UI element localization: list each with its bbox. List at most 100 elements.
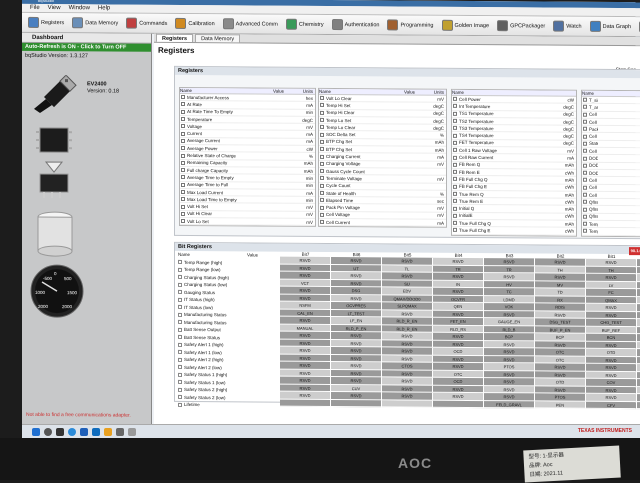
register-checkbox[interactable] [583, 127, 587, 131]
register-checkbox[interactable] [583, 98, 587, 102]
register-checkbox[interactable] [583, 207, 587, 211]
menu-item-2[interactable]: Window [69, 5, 90, 11]
register-checkbox[interactable] [320, 206, 324, 210]
register-checkbox[interactable] [181, 124, 185, 128]
register-checkbox[interactable] [583, 222, 587, 226]
toolbar-button-11[interactable]: Data Graph [590, 21, 631, 32]
register-checkbox[interactable] [453, 177, 457, 181]
register-checkbox[interactable] [453, 126, 457, 130]
register-checkbox[interactable] [181, 102, 185, 106]
toolbar-button-6[interactable]: Authentication [332, 19, 380, 30]
register-checkbox[interactable] [181, 168, 185, 172]
register-checkbox[interactable] [181, 205, 185, 209]
toolbar-button-10[interactable]: Watch [553, 21, 581, 32]
register-checkbox[interactable] [320, 103, 324, 107]
register-row[interactable]: Temp a [582, 228, 640, 236]
register-checkbox[interactable] [453, 104, 457, 108]
toolbar-button-2[interactable]: Commands [126, 18, 167, 29]
tab-registers[interactable]: Registers [156, 34, 193, 42]
register-checkbox[interactable] [181, 139, 185, 143]
toolbar-button-1[interactable]: Data Memory [72, 17, 118, 28]
register-checkbox[interactable] [320, 162, 324, 166]
expand-toggle-icon[interactable] [178, 320, 182, 324]
expand-toggle-icon[interactable] [178, 283, 182, 287]
register-checkbox[interactable] [320, 133, 324, 137]
register-checkbox[interactable] [583, 193, 587, 197]
register-checkbox[interactable] [453, 170, 457, 174]
menu-item-1[interactable]: View [48, 5, 61, 11]
register-checkbox[interactable] [583, 134, 587, 138]
word-icon[interactable] [80, 428, 88, 436]
expand-toggle-icon[interactable] [178, 350, 182, 354]
register-checkbox[interactable] [320, 154, 324, 158]
register-checkbox[interactable] [320, 220, 324, 224]
expand-toggle-icon[interactable] [178, 358, 182, 362]
register-checkbox[interactable] [453, 112, 457, 116]
bit-register-row[interactable]: Lifetime [175, 401, 280, 409]
expand-toggle-icon[interactable] [178, 260, 182, 264]
toolbar-button-5[interactable]: Chemistry [286, 19, 324, 30]
register-checkbox[interactable] [181, 197, 185, 201]
expand-toggle-icon[interactable] [178, 335, 182, 339]
register-row[interactable]: Cell CurrentmA [319, 219, 446, 227]
register-checkbox[interactable] [181, 132, 185, 136]
expand-toggle-icon[interactable] [178, 275, 182, 279]
register-checkbox[interactable] [453, 148, 457, 152]
register-checkbox[interactable] [181, 146, 185, 150]
expand-toggle-icon[interactable] [178, 298, 182, 302]
register-row[interactable]: Volt Lo SetmV [180, 218, 315, 226]
register-checkbox[interactable] [583, 142, 587, 146]
expand-toggle-icon[interactable] [178, 373, 182, 377]
register-checkbox[interactable] [181, 161, 185, 165]
register-checkbox[interactable] [453, 141, 457, 145]
menu-item-3[interactable]: Help [98, 5, 110, 11]
register-checkbox[interactable] [583, 215, 587, 219]
register-checkbox[interactable] [583, 164, 587, 168]
explorer-icon[interactable] [104, 428, 112, 436]
register-checkbox[interactable] [453, 119, 457, 123]
expand-toggle-icon[interactable] [178, 328, 182, 332]
expand-toggle-icon[interactable] [178, 313, 182, 317]
register-row[interactable]: True Full Chg EcWh [452, 227, 576, 235]
register-checkbox[interactable] [181, 110, 185, 114]
expand-toggle-icon[interactable] [178, 388, 182, 392]
register-checkbox[interactable] [320, 213, 324, 217]
register-checkbox[interactable] [320, 191, 324, 195]
toolbar-button-7[interactable]: Programming [387, 19, 433, 30]
register-checkbox[interactable] [181, 95, 185, 99]
register-checkbox[interactable] [583, 105, 587, 109]
register-checkbox[interactable] [453, 228, 457, 232]
app-task-icon[interactable] [128, 428, 136, 436]
register-checkbox[interactable] [181, 219, 185, 223]
register-checkbox[interactable] [453, 133, 457, 137]
toolbar-button-4[interactable]: Advanced Comm [223, 18, 278, 29]
register-checkbox[interactable] [583, 156, 587, 160]
register-checkbox[interactable] [453, 221, 457, 225]
start-icon[interactable] [32, 428, 40, 436]
dashboard-tab[interactable]: Dashboard [22, 33, 151, 44]
register-checkbox[interactable] [320, 96, 324, 100]
register-checkbox[interactable] [320, 147, 324, 151]
register-checkbox[interactable] [320, 198, 324, 202]
register-checkbox[interactable] [320, 118, 324, 122]
tab-data-memory[interactable]: Data Memory [195, 34, 240, 42]
expand-toggle-icon[interactable] [178, 268, 182, 272]
expand-toggle-icon[interactable] [178, 305, 182, 309]
menu-item-0[interactable]: File [30, 5, 40, 11]
register-checkbox[interactable] [181, 212, 185, 216]
register-checkbox[interactable] [320, 169, 324, 173]
register-checkbox[interactable] [583, 149, 587, 153]
register-checkbox[interactable] [453, 97, 457, 101]
register-checkbox[interactable] [583, 112, 587, 116]
register-checkbox[interactable] [583, 200, 587, 204]
register-checkbox[interactable] [583, 229, 587, 233]
register-checkbox[interactable] [453, 206, 457, 210]
mail-icon[interactable] [92, 428, 100, 436]
bqstudio-task-icon[interactable] [116, 428, 124, 436]
toolbar-button-9[interactable]: GPCPackager [497, 20, 545, 31]
register-checkbox[interactable] [320, 111, 324, 115]
register-checkbox[interactable] [181, 190, 185, 194]
register-checkbox[interactable] [181, 117, 185, 121]
expand-toggle-icon[interactable] [178, 403, 182, 407]
register-checkbox[interactable] [453, 155, 457, 159]
